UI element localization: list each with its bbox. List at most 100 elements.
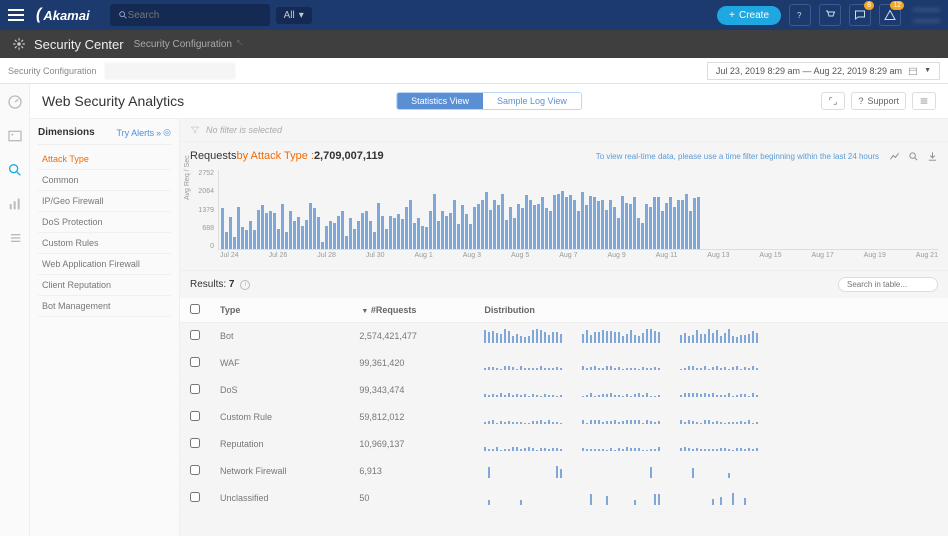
support-button[interactable]: ?Support [851,92,906,110]
cart-icon[interactable] [819,4,841,26]
chart-bar [401,219,404,249]
global-search[interactable] [110,4,270,26]
chart-bar [445,216,448,249]
dimension-item[interactable]: IP/Geo Firewall [38,191,171,212]
create-button[interactable]: +Create [717,6,781,25]
date-range-picker[interactable]: Jul 23, 2019 8:29 am — Aug 22, 2019 8:29… [707,62,940,80]
dimension-item[interactable]: Client Reputation [38,275,171,296]
chart-bar [373,232,376,249]
row-checkbox[interactable] [190,411,200,421]
row-checkbox[interactable] [190,492,200,502]
sparkline [680,464,758,478]
line-chart-icon[interactable] [889,151,900,162]
search-filter-dropdown[interactable]: All▾ [276,7,312,24]
chart-bar [529,200,532,249]
menu-icon[interactable] [8,7,24,23]
chart-bar [365,211,368,249]
messages-icon[interactable]: 8 [849,4,871,26]
chart-bar [377,203,380,250]
alerts-icon[interactable]: 12 [879,4,901,26]
bars-icon[interactable] [7,196,23,212]
col-type[interactable]: Type [210,298,349,323]
chart-bar [341,211,344,249]
row-checkbox[interactable] [190,330,200,340]
chart-bar [389,216,392,249]
dimension-item[interactable]: DoS Protection [38,212,171,233]
tab-statistics-view[interactable]: Statistics View [397,93,483,109]
chart-bar [281,204,284,249]
chart-bar [245,230,248,249]
cell-requests: 99,361,420 [349,350,474,377]
zoom-icon[interactable] [908,151,919,162]
chart-bar [249,221,252,249]
chart-bar [357,221,360,249]
chart-bar [677,200,680,249]
chart-bar [477,204,480,249]
sparkline [484,329,562,343]
chart-bar [493,200,496,249]
sparkline [680,491,758,505]
help-icon[interactable]: ? [789,4,811,26]
chart-bar [437,221,440,249]
dimension-item[interactable]: Attack Type [38,149,171,170]
row-checkbox[interactable] [190,357,200,367]
sparkline [484,383,562,397]
config-link[interactable]: Security Configuration [134,39,244,50]
chart-bar [533,205,536,249]
search-input[interactable] [128,10,228,21]
chevron-right-icon: » [156,128,161,138]
cell-distribution [474,458,948,485]
dimension-item[interactable]: Web Application Firewall [38,254,171,275]
chart-bar [273,213,276,249]
tab-sample-log-view[interactable]: Sample Log View [483,93,581,109]
chart-bar [309,203,312,250]
expand-button[interactable] [821,92,845,110]
breadcrumb[interactable]: Security Configuration [8,66,97,76]
chart-bar [321,242,324,249]
table-search-input[interactable] [838,277,938,292]
chart-bar [617,218,620,249]
chart-bar [305,220,308,249]
download-icon[interactable] [927,151,938,162]
chart-bar [565,197,568,249]
chart-bar [697,197,700,249]
sparkline [484,410,562,424]
sparkline [484,437,562,451]
chart-bar [597,201,600,249]
dimension-item[interactable]: Bot Management [38,296,171,317]
row-checkbox[interactable] [190,465,200,475]
dimension-item[interactable]: Common [38,170,171,191]
chart-bar [653,197,656,249]
chart-bar [269,211,272,249]
sparkline [680,437,758,451]
chart-bar [333,223,336,249]
row-checkbox[interactable] [190,384,200,394]
brand-logo[interactable]: Akamai [36,6,90,24]
info-icon[interactable]: i [240,280,250,290]
chart-bar [689,211,692,249]
chart-bar [465,214,468,249]
chart-bar [225,232,228,249]
try-alerts-link[interactable]: Try Alerts » ◎ [116,127,171,138]
col-distribution[interactable]: Distribution [474,298,948,323]
dimension-item[interactable]: Custom Rules [38,233,171,254]
chart-bar [645,204,648,249]
row-checkbox[interactable] [190,438,200,448]
select-all-checkbox[interactable] [190,304,200,314]
list-icon[interactable] [7,230,23,246]
cell-distribution [474,323,948,350]
gauge-icon[interactable] [7,94,23,110]
image-icon[interactable] [7,128,23,144]
chart-bar [381,216,384,249]
chart-bar [641,223,644,249]
sort-desc-icon: ▼ [361,308,368,315]
user-menu[interactable]: —————— [913,4,940,26]
filter-icon[interactable] [190,125,200,135]
chart-title-label: Requests [190,150,236,162]
cell-requests: 50 [349,485,474,512]
sub-header: Security Center Security Configuration [0,30,948,58]
col-requests[interactable]: ▼ #Requests [349,298,474,323]
more-menu-button[interactable] [912,92,936,110]
search-nav-icon[interactable] [7,162,23,178]
cell-distribution [474,377,948,404]
